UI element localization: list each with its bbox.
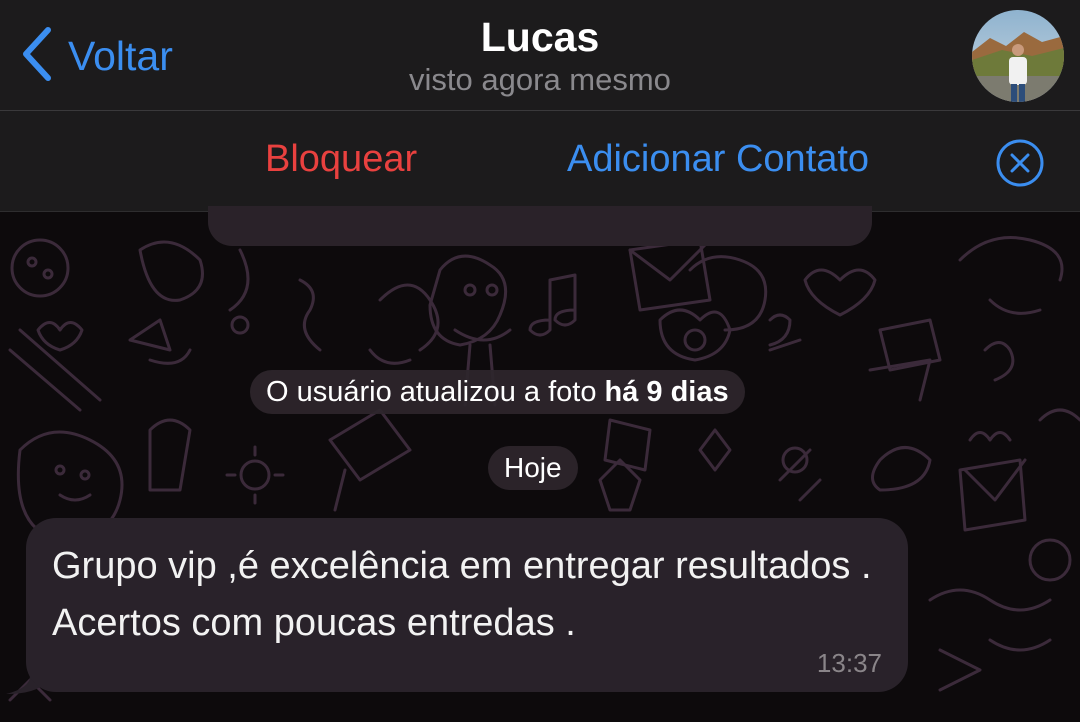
unknown-contact-action-bar — [0, 111, 1080, 212]
contact-avatar-photo — [972, 10, 1064, 102]
add-contact-button[interactable]: Adicionar Contato — [567, 138, 869, 181]
date-separator: Hoje — [488, 446, 578, 490]
service-message-text: O usuário atualizou a foto — [266, 375, 597, 408]
incoming-message-bubble[interactable]: Grupo vip ,é excelência em entregar resu… — [26, 518, 908, 692]
block-button[interactable]: Bloquear — [265, 138, 417, 181]
chat-header: Voltar Lucas visto agora mesmo — [0, 0, 1080, 111]
dismiss-button[interactable] — [995, 138, 1045, 188]
message-time: 13:37 — [816, 648, 882, 678]
contact-name[interactable]: Lucas — [0, 14, 1080, 61]
close-circle-icon — [996, 139, 1044, 187]
service-message-time: há 9 dias — [604, 375, 729, 408]
avatar[interactable] — [972, 10, 1064, 102]
last-seen-status: visto agora mesmo — [409, 62, 671, 97]
previous-message-bubble — [208, 206, 872, 246]
service-message: O usuário atualizou a foto há 9 dias — [250, 370, 745, 414]
message-text: Grupo vip ,é excelência em entregar resu… — [52, 545, 872, 644]
